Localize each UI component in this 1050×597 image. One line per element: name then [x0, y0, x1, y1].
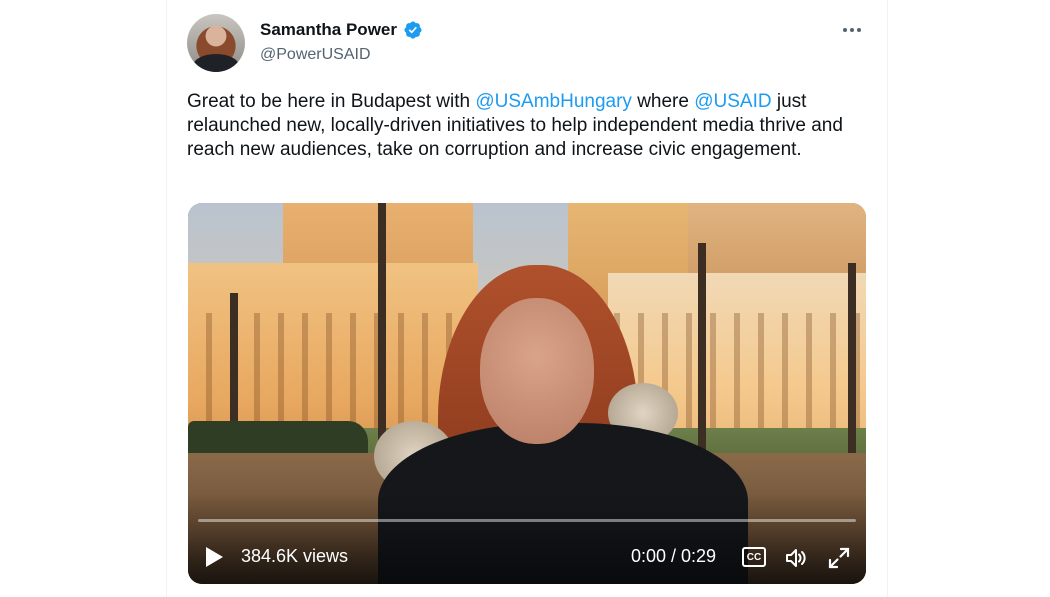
- verified-badge-icon[interactable]: [403, 20, 423, 40]
- closed-captions-icon[interactable]: CC: [742, 547, 766, 567]
- tweet-card: Samantha Power @PowerUSAID Great to be h…: [166, 0, 888, 597]
- more-options-icon[interactable]: [837, 18, 867, 42]
- play-icon[interactable]: [204, 546, 224, 568]
- author-handle[interactable]: @PowerUSAID: [260, 46, 371, 64]
- video-time: 0:00 / 0:29: [631, 546, 717, 566]
- volume-icon[interactable]: [784, 547, 808, 569]
- author-name-row: Samantha Power: [260, 20, 423, 40]
- tweet-text-segment: Great to be here in Budapest with: [187, 91, 476, 112]
- video-player[interactable]: 384.6K views 0:00 / 0:29 CC: [188, 203, 866, 584]
- video-progress-bar[interactable]: [198, 519, 856, 522]
- fullscreen-icon[interactable]: [828, 547, 850, 569]
- avatar[interactable]: [187, 14, 245, 72]
- mention-link[interactable]: @USAmbHungary: [475, 91, 632, 112]
- tweet-text: Great to be here in Budapest with @USAmb…: [187, 90, 867, 162]
- mention-link[interactable]: @USAID: [694, 91, 771, 112]
- view-count: 384.6K views: [241, 546, 349, 566]
- author-name[interactable]: Samantha Power: [260, 20, 397, 40]
- tweet-text-segment: where: [631, 91, 695, 112]
